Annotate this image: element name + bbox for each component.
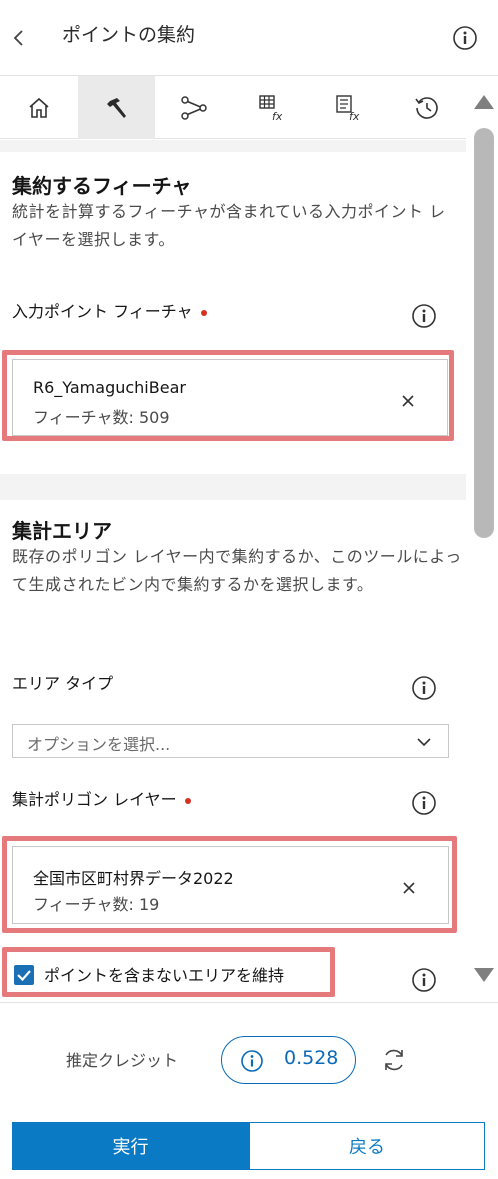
close-icon[interactable] xyxy=(399,392,417,410)
info-icon[interactable] xyxy=(411,967,437,993)
credits-pill[interactable]: 0.528 xyxy=(221,1036,356,1084)
layer-feature-count: フィーチャ数: 19 xyxy=(33,895,160,914)
tab-home[interactable] xyxy=(0,76,78,139)
required-indicator xyxy=(200,309,207,316)
polygon-layer-label: 集計ポリゴン レイヤー xyxy=(12,786,191,810)
chevron-down-icon xyxy=(417,738,431,747)
page-title: ポイントの集約 xyxy=(62,24,196,46)
required-indicator xyxy=(184,797,191,804)
layer-feature-count: フィーチャ数: 509 xyxy=(33,408,170,427)
layer-name: R6_YamaguchiBear xyxy=(33,378,186,397)
scrollbar-thumb[interactable] xyxy=(474,128,494,538)
section-title-features: 集約するフィーチャ xyxy=(12,174,192,198)
section-description-summary-area: 既存のポリゴン レイヤー内で集約するか、このツールによって生成されたビン内で集約… xyxy=(12,547,462,594)
network-icon xyxy=(181,95,207,120)
tab-list-fx[interactable]: fx xyxy=(311,76,389,139)
section-divider xyxy=(0,140,466,152)
svg-text:fx: fx xyxy=(272,110,283,122)
section-title-summary-area: 集計エリア xyxy=(12,519,112,543)
area-type-select[interactable]: オプションを選択... xyxy=(12,724,449,758)
tool-tabs: fx fx xyxy=(0,76,466,139)
info-icon xyxy=(241,1050,263,1072)
scroll-up-arrow[interactable] xyxy=(474,95,494,109)
info-icon[interactable] xyxy=(411,675,437,701)
layer-name: 全国市区町村界データ2022 xyxy=(33,869,234,888)
input-layer-card[interactable]: R6_YamaguchiBear フィーチャ数: 509 xyxy=(12,359,448,436)
home-icon xyxy=(29,97,49,118)
tab-history[interactable] xyxy=(388,76,466,139)
scroll-down-arrow[interactable] xyxy=(474,968,494,982)
info-icon[interactable] xyxy=(411,790,437,816)
tab-tools[interactable] xyxy=(77,76,156,139)
run-button[interactable]: 実行 xyxy=(12,1122,249,1170)
checkmark-icon xyxy=(17,970,31,982)
panel-footer: 推定クレジット 0.528 実行 戻る xyxy=(0,1002,498,1179)
chevron-left-icon xyxy=(13,30,23,46)
tab-network[interactable] xyxy=(155,76,233,139)
close-icon[interactable] xyxy=(400,879,418,897)
panel-header: ポイントの集約 xyxy=(0,0,498,76)
table-fx-icon: fx xyxy=(259,94,283,122)
section-divider xyxy=(0,474,466,500)
polygon-layer-card[interactable]: 全国市区町村界データ2022 フィーチャ数: 19 xyxy=(12,846,449,924)
back-button[interactable] xyxy=(6,20,30,56)
history-icon xyxy=(415,96,438,119)
keep-empty-checkbox[interactable] xyxy=(14,965,34,985)
area-type-label: エリア タイプ xyxy=(12,674,114,693)
hammer-icon xyxy=(107,97,127,118)
tab-table-fx[interactable]: fx xyxy=(233,76,311,139)
section-description-features: 統計を計算するフィーチャが含まれている入力ポイント レイヤーを選択します。 xyxy=(12,202,446,249)
info-icon[interactable] xyxy=(411,303,437,329)
estimated-credits-label: 推定クレジット xyxy=(66,1051,179,1070)
svg-text:fx: fx xyxy=(349,110,360,122)
credits-value: 0.528 xyxy=(284,1047,339,1069)
back-button[interactable]: 戻る xyxy=(249,1122,485,1170)
refresh-icon[interactable] xyxy=(380,1046,408,1074)
keep-empty-label[interactable]: ポイントを含まないエリアを維持 xyxy=(44,962,284,986)
list-fx-icon: fx xyxy=(336,94,360,122)
info-icon[interactable] xyxy=(452,25,478,51)
select-placeholder: オプションを選択... xyxy=(27,735,171,754)
input-features-label: 入力ポイント フィーチャ xyxy=(12,298,207,322)
